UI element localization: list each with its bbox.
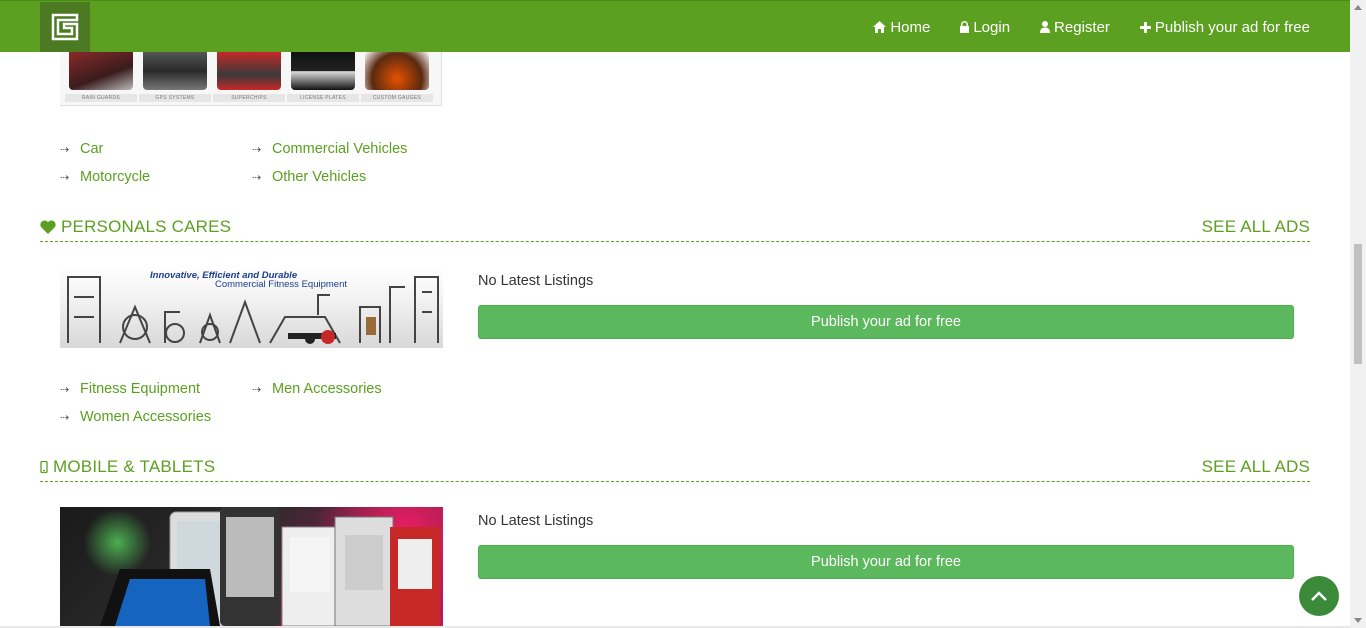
dotted-arrow-icon: ⇢	[60, 383, 70, 396]
gps-systems-thumb: GPS SYSTEMS	[139, 52, 211, 106]
thumb-caption: LICENSE PLATES	[287, 94, 359, 102]
dotted-arrow-icon: ⇢	[252, 143, 262, 156]
see-all-ads-link[interactable]: SEE ALL ADS	[1202, 457, 1310, 477]
rain-guards-thumb: RAIN GUARDS	[65, 52, 137, 106]
subcat-commercial-vehicles[interactable]: ⇢ Commercial Vehicles	[252, 140, 452, 158]
license-plates-thumb: LICENSE PLATES	[287, 52, 359, 106]
mobile-icon	[40, 461, 48, 473]
thumb-caption: SUPERCHIPS	[213, 94, 285, 102]
nav-login-link[interactable]: Login	[960, 19, 1010, 36]
superchips-thumb: SUPERCHIPS	[213, 52, 285, 106]
fitness-equipment-banner: Innovative, Efficient and Durable Commer…	[60, 267, 443, 348]
tablets-illustration	[100, 507, 440, 626]
nav-home-link[interactable]: Home	[873, 19, 930, 36]
g-logo-icon	[51, 13, 79, 41]
subcat-other-vehicles[interactable]: ⇢ Other Vehicles	[252, 168, 452, 186]
subcat-label: Commercial Vehicles	[272, 141, 408, 157]
subcat-label: Other Vehicles	[272, 169, 367, 185]
personals-cares-header: PERSONALS CARES SEE ALL ADS	[40, 217, 1310, 242]
subcat-label: Women Accessories	[80, 409, 212, 425]
vehicles-banner-image: RAIN GUARDS GPS SYSTEMS SUPERCHIPS LICEN…	[60, 52, 442, 106]
scrollbar-thumb[interactable]	[1354, 244, 1362, 364]
section-title[interactable]: PERSONALS CARES	[40, 217, 231, 237]
dotted-arrow-icon: ⇢	[252, 383, 262, 396]
heart-icon	[40, 220, 56, 234]
scroll-down-arrow-icon[interactable]	[1354, 618, 1362, 623]
section-title-label: PERSONALS CARES	[61, 217, 232, 236]
plus-icon	[1139, 21, 1151, 33]
subcat-fitness-equipment[interactable]: ⇢ Fitness Equipment	[60, 380, 252, 398]
nav-publish-link[interactable]: Publish your ad for free	[1139, 18, 1310, 36]
home-icon	[873, 21, 887, 33]
subcat-label: Motorcycle	[80, 169, 151, 185]
subcat-men-accessories[interactable]: ⇢ Men Accessories	[252, 380, 452, 398]
vehicles-subcategories: ⇢ Car ⇢ Commercial Vehicles ⇢ Motorcycle ⇢ O…	[60, 140, 452, 186]
custom-gauges-thumb: CUSTOM GAUGES	[361, 52, 433, 106]
user-icon	[1040, 21, 1051, 33]
nav-login-label: Login	[973, 18, 1011, 36]
lock-icon	[960, 21, 970, 33]
dotted-arrow-icon: ⇢	[60, 143, 70, 156]
back-to-top-button[interactable]	[1299, 576, 1339, 616]
subcat-car[interactable]: ⇢ Car	[60, 140, 252, 158]
no-latest-listings-text: No Latest Listings	[478, 273, 594, 289]
dotted-arrow-icon: ⇢	[60, 411, 70, 424]
section-title[interactable]: MOBILE & TABLETS	[40, 457, 215, 477]
see-all-ads-link[interactable]: SEE ALL ADS	[1202, 217, 1310, 237]
section-title-label: MOBILE & TABLETS	[53, 457, 216, 476]
scroll-up-arrow-icon[interactable]	[1354, 5, 1362, 10]
publish-ad-button[interactable]: Publish your ad for free	[478, 545, 1294, 579]
chevron-up-icon	[1311, 591, 1327, 601]
nav-register-label: Register	[1054, 18, 1110, 36]
dotted-arrow-icon: ⇢	[252, 171, 262, 184]
subcat-label: Fitness Equipment	[80, 381, 201, 397]
nav-publish-label: Publish your ad for free	[1154, 18, 1310, 36]
publish-ad-button[interactable]: Publish your ad for free	[478, 305, 1294, 339]
mobile-tablets-banner	[60, 507, 443, 626]
dotted-arrow-icon: ⇢	[60, 171, 70, 184]
nav-home-label: Home	[890, 18, 931, 36]
subcat-motorcycle[interactable]: ⇢ Motorcycle	[60, 168, 252, 186]
subcat-label: Car	[80, 141, 104, 157]
nav-register-link[interactable]: Register	[1040, 19, 1110, 36]
subcat-label: Men Accessories	[272, 381, 382, 397]
personals-subcategories: ⇢ Fitness Equipment ⇢ Men Accessories ⇢ Wom…	[60, 380, 452, 426]
thumb-caption: GPS SYSTEMS	[139, 94, 211, 102]
fitness-equipment-illustration	[67, 276, 439, 344]
site-logo[interactable]	[40, 2, 90, 52]
thumb-caption: RAIN GUARDS	[65, 94, 137, 102]
no-latest-listings-text: No Latest Listings	[478, 513, 594, 529]
subcat-women-accessories[interactable]: ⇢ Women Accessories	[60, 408, 252, 426]
mobile-tablets-header: MOBILE & TABLETS SEE ALL ADS	[40, 457, 1310, 482]
top-navbar: Home Login Register Publish your ad for …	[0, 0, 1350, 52]
vertical-scrollbar[interactable]	[1350, 0, 1366, 628]
thumb-caption: CUSTOM GAUGES	[361, 94, 433, 102]
